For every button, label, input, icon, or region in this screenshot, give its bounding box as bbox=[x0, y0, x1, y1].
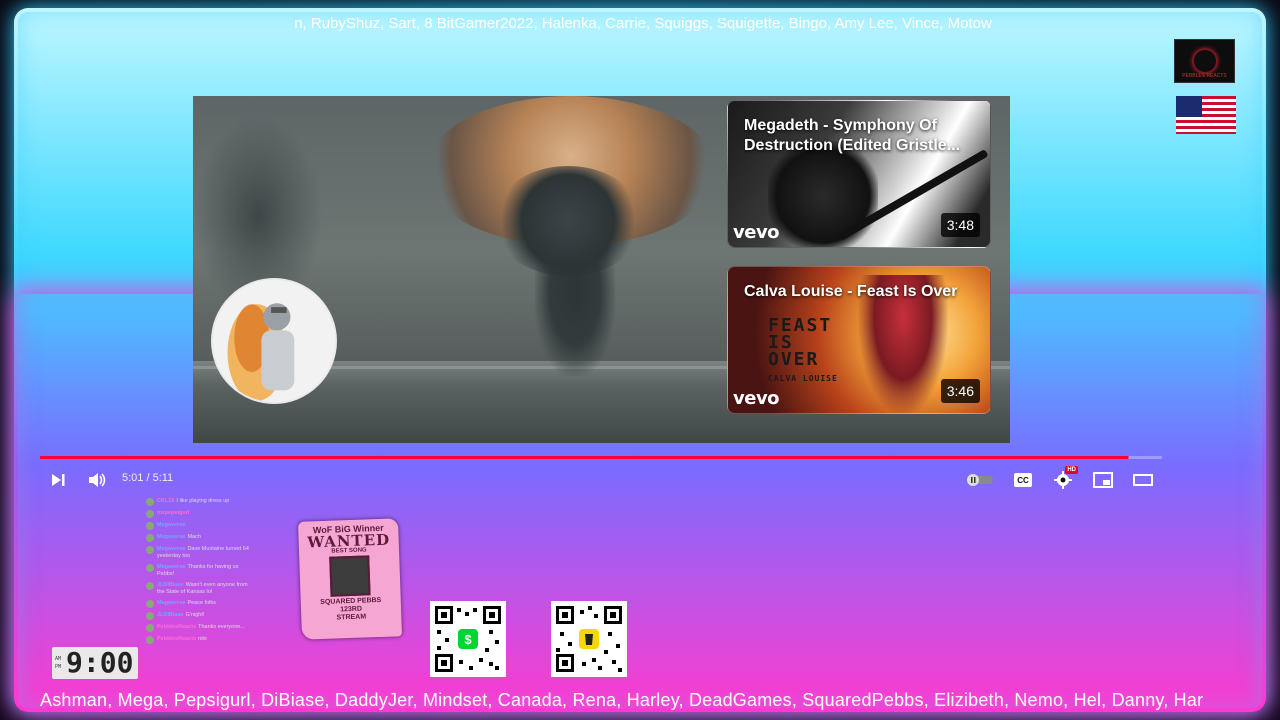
guitarist-shape bbox=[768, 141, 878, 247]
next-button[interactable] bbox=[48, 464, 68, 496]
clock-pm-label: PM bbox=[55, 664, 62, 670]
chat-username: JLDiBiase bbox=[157, 582, 184, 588]
chat-message: PebblesReacts nite bbox=[146, 636, 256, 644]
chat-avatar bbox=[146, 564, 154, 572]
end-screen-video-card[interactable]: Megadeth - Symphony Of Destruction (Edit… bbox=[727, 100, 991, 248]
chat-message: Megaverse Thanks for having us Pebbs! bbox=[146, 564, 256, 578]
volume-button[interactable] bbox=[86, 464, 108, 496]
chat-username: PebblesReacts bbox=[157, 624, 197, 630]
card-duration: 3:46 bbox=[940, 379, 980, 403]
channel-avatar[interactable] bbox=[211, 278, 337, 404]
clock-ampm: AM PM bbox=[55, 655, 61, 671]
ticker-bottom: Ashman, Mega, Pepsigurl, DiBiase, DaddyJ… bbox=[40, 690, 1204, 710]
chat-avatar bbox=[146, 612, 154, 620]
skip-next-icon bbox=[52, 474, 65, 486]
qr-code-cashapp[interactable]: $ bbox=[430, 601, 506, 677]
player-controls: 5:01 / 5:11 CC HD bbox=[40, 464, 1162, 496]
chat-username: mzpepsigurl bbox=[157, 510, 190, 516]
chat-message: CKL16 I like playing dress up bbox=[146, 498, 256, 506]
chat-avatar bbox=[146, 636, 154, 644]
svg-text:$: $ bbox=[464, 632, 472, 647]
time-display: 5:01 / 5:11 bbox=[122, 472, 174, 484]
chat-avatar bbox=[146, 510, 154, 518]
chat-message: JLDiBiase G'night! bbox=[146, 612, 256, 620]
chat-text: nite bbox=[198, 636, 208, 642]
settings-button[interactable]: HD bbox=[1052, 464, 1078, 496]
svg-text:CC: CC bbox=[1017, 476, 1029, 485]
chat-message: JLDiBiase Wasn't even anyone from the Sta… bbox=[146, 582, 256, 596]
qr-code-tip-jar[interactable] bbox=[551, 601, 627, 677]
card-duration: 3:48 bbox=[940, 213, 980, 237]
chat-username: PebblesReacts bbox=[157, 636, 197, 642]
hd-badge: HD bbox=[1065, 466, 1078, 474]
autoplay-toggle-icon bbox=[967, 474, 993, 486]
wanted-poster: WoF BiG Winner WANTED BEST SONG SQUARED … bbox=[297, 518, 403, 640]
progress-bar[interactable] bbox=[40, 456, 1162, 459]
card-title: Calva Louise - Feast Is Over bbox=[744, 283, 958, 300]
clock-time: 9:00 bbox=[66, 646, 134, 679]
volume-icon bbox=[89, 473, 106, 487]
chat-text: G'night! bbox=[185, 612, 205, 618]
chat-panel: CKL16 I like playing dress up mzpepsigurl… bbox=[146, 498, 256, 688]
chat-username: Megaverse bbox=[157, 600, 186, 606]
album-art-line: OVER bbox=[768, 349, 820, 370]
chat-username: Megaverse bbox=[157, 522, 186, 528]
vevo-logo: vevo bbox=[733, 388, 780, 409]
theater-mode-button[interactable] bbox=[1132, 464, 1154, 496]
chat-text: Mach bbox=[187, 534, 201, 540]
chat-text: Peace folks bbox=[187, 600, 216, 606]
card-title: Megadeth - Symphony Of Destruction (Edit… bbox=[744, 117, 961, 154]
chat-avatar bbox=[146, 624, 154, 632]
brand-logo-text: PEBBLES REACTS bbox=[1182, 73, 1227, 79]
vevo-logo: vevo bbox=[733, 222, 780, 243]
chat-username: Megaverse bbox=[157, 546, 186, 552]
chat-message: mzpepsigurl bbox=[146, 510, 256, 518]
end-screen-video-card[interactable]: FEAST IS OVER CALVA LOUISE Calva Louise … bbox=[727, 266, 991, 414]
cup-icon bbox=[579, 629, 599, 649]
chat-avatar bbox=[146, 600, 154, 608]
chat-avatar bbox=[146, 522, 154, 530]
album-art-text: FEAST IS OVER CALVA LOUISE bbox=[768, 317, 838, 387]
chat-message: Megaverse Dave Mustaine turned 64 yesterd… bbox=[146, 546, 256, 560]
chat-avatar bbox=[146, 582, 154, 590]
poster-photo bbox=[329, 555, 371, 597]
clock-am-label: AM bbox=[55, 656, 62, 662]
autoplay-toggle[interactable] bbox=[965, 464, 995, 496]
us-flag-icon bbox=[1176, 96, 1236, 134]
chat-avatar bbox=[146, 546, 154, 554]
miniplayer-icon bbox=[1093, 472, 1113, 488]
chat-message: Megaverse Peace folks bbox=[146, 600, 256, 608]
chat-username: Megaverse bbox=[157, 534, 186, 540]
logo-emblem-icon bbox=[1191, 48, 1218, 74]
stream-overlay: n, RubyShuz, Sart, 8 BitGamer2022, Halen… bbox=[0, 0, 1280, 720]
theater-mode-icon bbox=[1133, 474, 1153, 486]
chat-username: CKL16 bbox=[157, 498, 175, 504]
chat-message: Megaverse bbox=[146, 522, 256, 530]
clock-widget: AM PM 9:00 bbox=[52, 647, 138, 679]
dollar-icon: $ bbox=[458, 629, 478, 649]
chat-text: Thanks everyone... bbox=[198, 624, 245, 630]
captions-icon: CC bbox=[1014, 473, 1032, 487]
album-art-artist: CALVA LOUISE bbox=[768, 374, 838, 383]
ticker-top: n, RubyShuz, Sart, 8 BitGamer2022, Halen… bbox=[294, 15, 992, 32]
brand-logo: PEBBLES REACTS bbox=[1174, 39, 1235, 83]
miniplayer-button[interactable] bbox=[1092, 464, 1114, 496]
chat-message: PebblesReacts Thanks everyone... bbox=[146, 624, 256, 632]
chat-avatar bbox=[146, 498, 154, 506]
chat-username: JLDiBiase bbox=[157, 612, 184, 618]
chat-text: I like playing dress up bbox=[176, 498, 230, 504]
chat-message: Megaverse Mach bbox=[146, 534, 256, 542]
chat-avatar bbox=[146, 534, 154, 542]
chat-username: Megaverse bbox=[157, 564, 186, 570]
captions-button[interactable]: CC bbox=[1012, 464, 1034, 496]
mushroom-cloud-core bbox=[493, 166, 643, 276]
